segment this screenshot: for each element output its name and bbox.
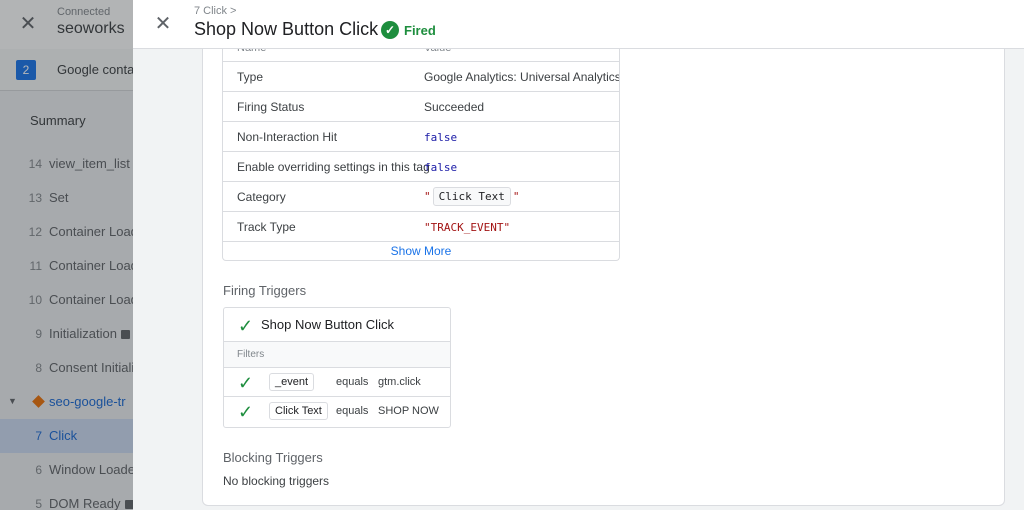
modal-scrim[interactable] [0,0,133,510]
property-value: false [424,131,458,144]
blocking-triggers-title: Blocking Triggers [223,450,323,465]
filter-value: SHOP NOW [378,405,439,417]
table-row: Enable overriding settings in this tag f… [223,152,619,182]
property-value: "TRACK_EVENT" [424,221,511,234]
table-row: Category " Click Text " [223,182,619,212]
trigger-header[interactable]: ✓ Shop Now Button Click [224,308,450,342]
filter-operator: equals [336,405,369,417]
show-more-link[interactable]: Show More [223,242,619,260]
properties-table: Name Value Type Google Analytics: Univer… [222,41,620,261]
tag-details-panel: ✕ 7 Click > Shop Now Button Click ✓ Fire… [133,0,1024,510]
table-row: Track Type "TRACK_EVENT" [223,212,619,242]
check-icon: ✓ [238,402,254,422]
table-row: Type Google Analytics: Universal Analyti… [223,62,619,92]
property-value: Google Analytics: Universal Analytics [424,70,620,84]
panel-header: ✕ 7 Click > Shop Now Button Click ✓ Fire… [133,0,1024,49]
check-icon: ✓ [238,373,254,393]
close-icon[interactable]: ✕ [151,12,175,36]
property-name: Firing Status [237,100,305,114]
property-name: Non-Interaction Hit [237,130,338,144]
trigger-card: ✓ Shop Now Button Click Filters ✓ _event… [223,307,451,428]
filter-value: gtm.click [378,376,421,388]
table-row: Non-Interaction Hit false [223,122,619,152]
property-value: Succeeded [424,100,485,114]
firing-triggers-title: Firing Triggers [223,283,307,298]
breadcrumb[interactable]: 7 Click > [194,5,237,17]
filter-operator: equals [336,376,369,388]
filter-variable: _event [269,373,315,391]
filter-row: ✓ _event equals gtm.click [224,368,450,397]
property-value: false [424,161,458,174]
filters-header: Filters [224,342,450,368]
check-circle-icon: ✓ [381,21,399,39]
property-name: Category [237,190,286,204]
property-name: Type [237,70,264,84]
no-blocking-triggers-text: No blocking triggers [223,474,330,488]
property-name: Track Type [237,220,296,234]
table-row: Firing Status Succeeded [223,92,619,122]
tag-details-card: Name Value Type Google Analytics: Univer… [202,40,1005,506]
quote-close: " [512,190,520,203]
filter-variable: Click Text [269,402,328,420]
status-text: Fired [404,22,436,38]
check-icon: ✓ [238,316,254,336]
property-value: " Click Text " [424,187,519,206]
trigger-name: Shop Now Button Click [261,317,394,332]
variable-chip: Click Text [432,187,511,206]
quote-open: " [424,190,431,203]
status-badge: ✓ Fired [381,20,436,40]
filter-row: ✓ Click Text equals SHOP NOW [224,397,450,426]
page-title: Shop Now Button Click [194,19,379,39]
filters-label: Filters [237,349,265,360]
property-name: Enable overriding settings in this tag [237,160,430,174]
